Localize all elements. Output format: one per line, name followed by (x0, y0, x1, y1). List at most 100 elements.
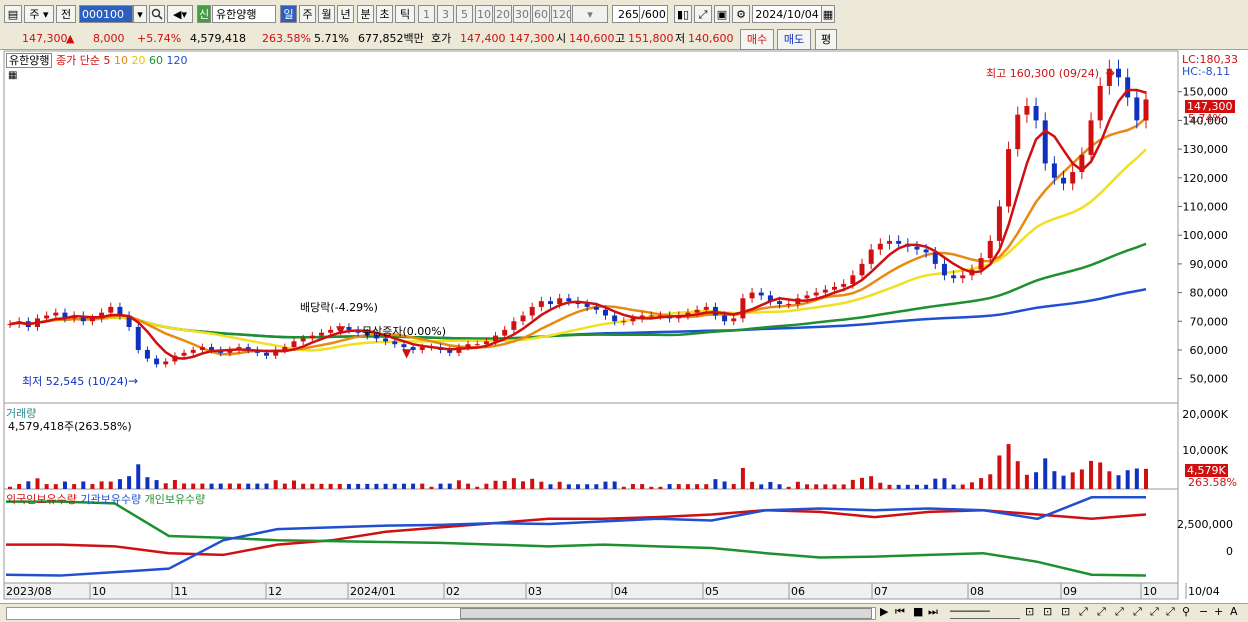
period-minute[interactable]: 분 (357, 5, 374, 23)
scroll-bar[interactable]: ▶ ⏮ ■ ⏭ ────── ⊡ ⊡ ⊡ ⤢ ⤢ ⤢ ⤢ ⤢ ⤢ ⚲ − + A (0, 603, 1248, 622)
count-input[interactable]: 265 (612, 5, 640, 23)
avg-button[interactable]: 평 (815, 29, 837, 50)
candle-body (1024, 106, 1030, 115)
volume-bar (356, 483, 361, 489)
last-icon[interactable]: ⏭ (928, 605, 938, 619)
minute-120[interactable]: 120 (551, 5, 571, 23)
period-year[interactable]: 년 (337, 5, 354, 23)
scroll-thumb[interactable] (460, 608, 872, 619)
bonus-arrow-icon: ▼ (402, 346, 412, 360)
buy-button[interactable]: 매수 (740, 29, 774, 50)
grid-toggle-icon[interactable]: ▦ (8, 70, 17, 81)
tool-icon-4[interactable]: ⤢ (1079, 605, 1088, 619)
candle-body (529, 306, 535, 316)
type-select[interactable]: 주 ▾ (24, 5, 54, 23)
candle-body (465, 344, 471, 348)
volume-bar (988, 474, 993, 489)
stop-icon[interactable]: ■ (913, 605, 923, 618)
minute-10[interactable]: 10 (475, 5, 493, 23)
volume-bar (905, 484, 910, 489)
annotation-dividend: 배당락(-4.29%) (300, 301, 378, 314)
candle-body (511, 321, 517, 330)
candle-body (987, 240, 993, 259)
speaker-icon[interactable]: ◀▾ (167, 5, 193, 23)
candle-body (44, 315, 50, 319)
tool-icon-3[interactable]: ⊡ (1061, 605, 1070, 618)
minute-30[interactable]: 30 (513, 5, 531, 23)
period-tick[interactable]: 틱 (395, 5, 415, 23)
volume-bar (53, 484, 58, 489)
volume-bar (81, 481, 86, 489)
tool-icon-8[interactable]: ⤢ (1150, 605, 1159, 619)
candle-body (758, 292, 764, 296)
candle-body (1042, 120, 1048, 164)
candle-type-icon[interactable]: ▮▯ (674, 5, 692, 23)
code-input[interactable]: 000100 (79, 5, 133, 23)
chart-canvas[interactable]: 150,000140,000130,000120,000110,000100,0… (0, 50, 1248, 603)
code-dropdown-icon[interactable]: ▾ (133, 5, 147, 23)
minute-5[interactable]: 5 (456, 5, 473, 23)
minute-3[interactable]: 3 (437, 5, 454, 23)
candle-body (181, 352, 187, 356)
volume-bar (392, 483, 397, 489)
candle-body (731, 318, 737, 322)
tool-icon-2[interactable]: ⊡ (1043, 605, 1052, 618)
period-week[interactable]: 주 (299, 5, 316, 23)
x-axis-label: 03 (528, 585, 542, 598)
volume-bar (676, 484, 681, 489)
custom-period-select[interactable]: ▾ (572, 5, 608, 23)
tool-icon-5[interactable]: ⤢ (1097, 605, 1106, 619)
legend-ma-label: 종가 단순 (55, 54, 100, 67)
draw-tool-icon[interactable]: ⤢ (694, 5, 712, 23)
tool-icon-6[interactable]: ⤢ (1115, 605, 1124, 619)
annotation-low: 최저 52,545 (10/24) (22, 375, 129, 388)
zoom-slider[interactable]: ────── (950, 605, 1020, 619)
volume-bar (1089, 460, 1094, 489)
volume-tick-label: 10,000K (1182, 444, 1228, 457)
current-price: 147,300 (22, 32, 68, 45)
candle-body (1051, 163, 1057, 178)
period-month[interactable]: 월 (318, 5, 335, 23)
zoom-search-icon[interactable]: ⚲ (1182, 605, 1190, 618)
volume-bar (154, 480, 159, 489)
minute-60[interactable]: 60 (532, 5, 550, 23)
scroll-right-icon[interactable]: ▶ (880, 605, 888, 618)
period-day[interactable]: 일 (280, 5, 297, 23)
prev-button[interactable]: 전 (56, 5, 76, 23)
layout-icon[interactable]: ▤ (4, 5, 22, 23)
volume-bar (823, 484, 828, 489)
minute-20[interactable]: 20 (494, 5, 512, 23)
gear-icon[interactable]: ⚙ (732, 5, 750, 23)
up-arrow-icon: ▲ (66, 32, 75, 45)
volume-bar (1061, 475, 1066, 489)
candle-body (53, 312, 59, 316)
candle-body (520, 315, 526, 322)
text-tool-icon[interactable]: A (1230, 605, 1238, 618)
volume-bar (163, 483, 168, 489)
zoom-out-icon[interactable]: − (1199, 605, 1208, 618)
zoom-in-icon[interactable]: + (1214, 605, 1223, 618)
date-input[interactable]: 2024/10/04 (752, 5, 822, 23)
chart-area[interactable]: 150,000 140,000 130,000 120,000 110,000 100,0… (0, 50, 1248, 603)
candle-body (346, 327, 352, 330)
tool-icon-1[interactable]: ⊡ (1025, 605, 1034, 618)
volume-bar (90, 484, 95, 489)
candle-body (309, 335, 315, 339)
period-second[interactable]: 초 (376, 5, 393, 23)
candle-body (996, 206, 1002, 241)
volume-bar (264, 483, 269, 489)
volume-bar (282, 483, 287, 489)
first-icon[interactable]: ⏮ (895, 605, 905, 619)
count-total: /600 (640, 5, 668, 23)
volume-bar (722, 481, 727, 489)
save-icon[interactable]: ▣ (714, 5, 730, 23)
calendar-icon[interactable]: ▦ (821, 5, 835, 23)
volume-bar (997, 455, 1002, 489)
candle-body (300, 338, 306, 342)
legend-ma-60: 60 (148, 54, 163, 67)
tool-icon-7[interactable]: ⤢ (1133, 605, 1142, 619)
sell-button[interactable]: 매도 (777, 29, 811, 50)
minute-1[interactable]: 1 (418, 5, 435, 23)
tool-icon-9[interactable]: ⤢ (1166, 605, 1175, 619)
search-icon[interactable] (149, 5, 165, 23)
